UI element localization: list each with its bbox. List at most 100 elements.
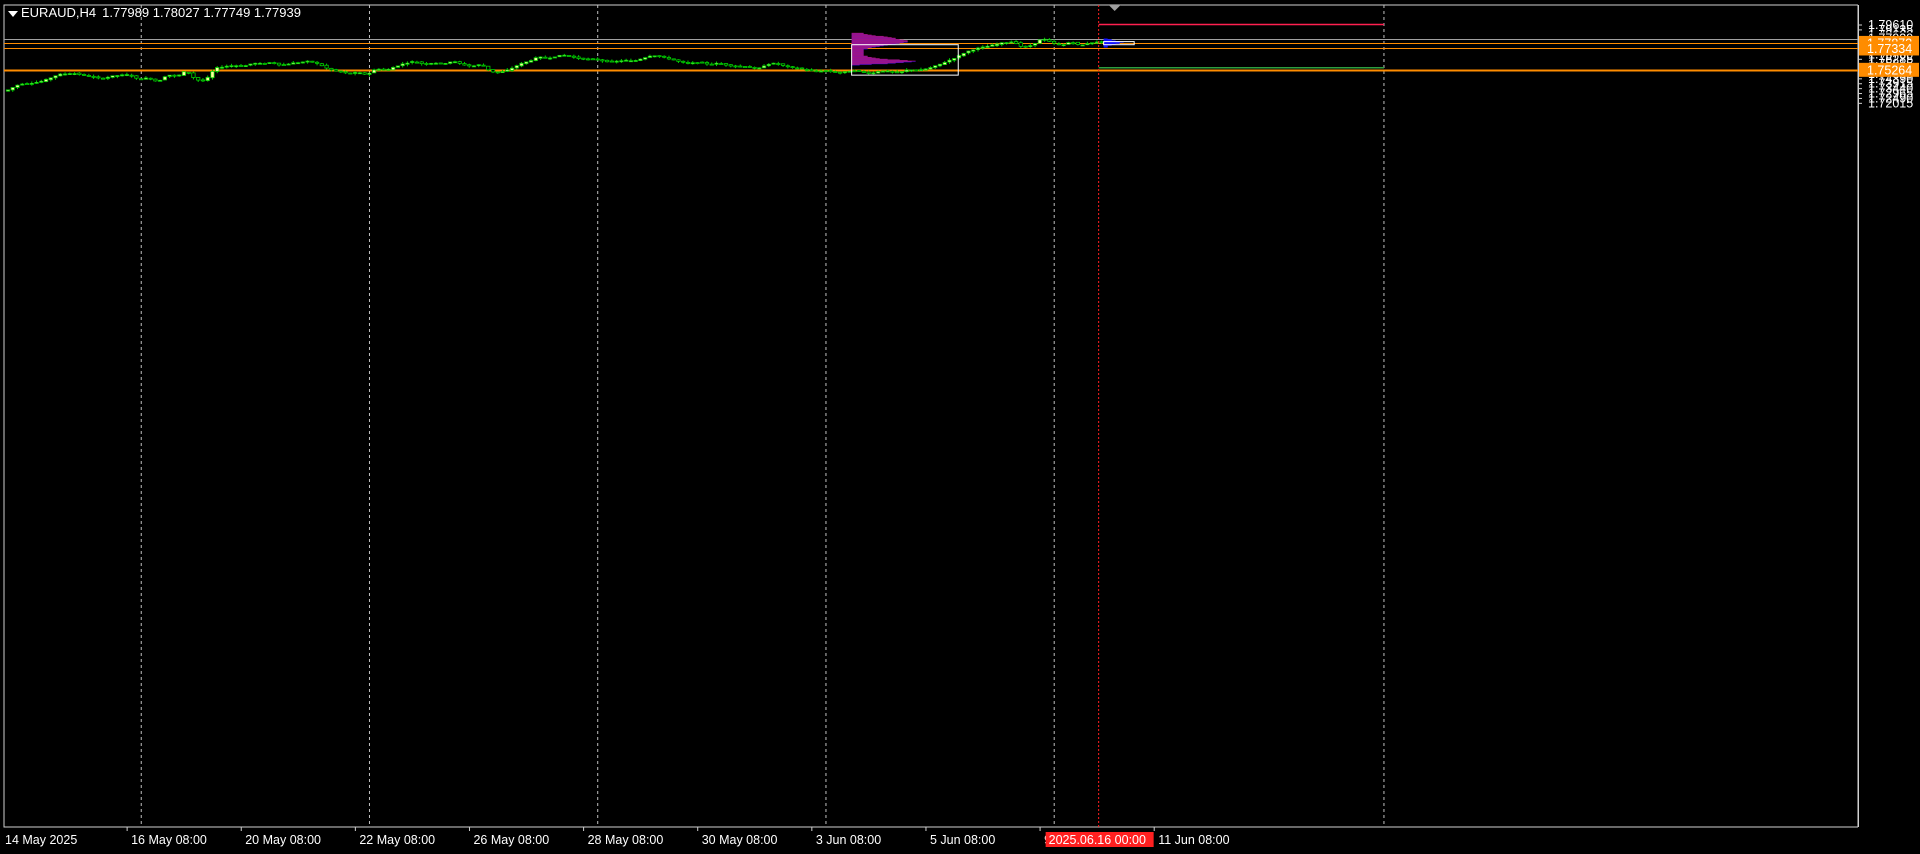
price-chart[interactable]: 1.796101.791351.786601.781851.777101.772… [0,0,1920,854]
level-price-label: 1.75264 [1867,63,1912,77]
candle-body [552,56,557,59]
candle-body [952,58,957,61]
candle-body [467,64,472,67]
candle-body [305,60,310,63]
candle-body [272,62,277,65]
candle-body [262,62,267,65]
candle-body [1071,42,1076,45]
candle-body [495,71,500,74]
candle-body [709,63,714,66]
candle-body [158,79,163,82]
candle-body [1056,43,1061,46]
candle-body [10,87,15,91]
candle-body [643,57,648,60]
candle-body [500,71,505,74]
candle-body [257,62,263,65]
candle-body [1094,41,1099,44]
candle-body [181,71,187,76]
candle-body [1018,42,1023,47]
candle-body [633,60,638,62]
x-tick-label: 20 May 08:00 [245,833,321,847]
candle-body [695,62,700,65]
candle-body [24,83,30,85]
candle-body [662,55,667,58]
y-tick-label: 1.72015 [1868,96,1913,110]
candle-body [985,45,990,48]
candle-body [105,76,110,79]
candle-body [671,58,676,61]
candle-body [771,62,776,65]
candle-body [847,70,852,73]
candle-body [742,66,748,68]
x-tick-label: 5 Jun 08:00 [930,833,995,847]
candle-body [971,49,976,52]
candle-body [29,83,34,85]
candle-body [571,55,576,58]
candle-body [628,60,634,63]
candle-body [191,72,196,78]
x-tick-label: 14 May 2025 [5,833,77,847]
candle-body [590,58,595,61]
candle-body [928,67,933,70]
candle-body [647,55,653,58]
candle-body [638,58,643,61]
candle-body [823,70,828,72]
candle-body [895,71,900,74]
candle-body [91,75,96,78]
candle-body [253,62,258,65]
candle-body [652,55,657,58]
candle-body [357,72,362,75]
candle-body [139,78,144,81]
candle-body [890,70,895,73]
candle-body [914,69,919,72]
candle-body [999,42,1004,45]
candle-body [329,67,334,71]
candle-body [410,61,415,63]
candle-body [728,64,733,67]
candle-body [1042,38,1047,41]
candle-body [700,61,705,64]
candle-body [505,69,510,72]
candle-body [443,63,448,65]
candle-body [624,59,629,62]
candle-body [476,64,481,67]
candle-body [62,73,68,76]
candle-body [319,63,324,67]
candle-body [704,62,710,65]
x-tick-label: 30 May 08:00 [702,833,778,847]
candle-body [1009,41,1014,44]
candle-body [980,46,985,49]
candle-body [486,65,491,71]
candle-body [248,63,253,66]
candle-body [433,62,439,65]
shift-marker-icon[interactable] [1108,5,1121,11]
candle-body [376,68,381,71]
candle-body [657,55,662,58]
candle-body [224,65,229,68]
candle-body [990,44,995,47]
candle-body [676,59,681,62]
candle-body [1075,41,1080,45]
candle-body [809,69,814,72]
candle-body [386,68,391,71]
volume-profile-bar [851,64,860,66]
candle-body [414,61,420,64]
candle-body [538,56,543,59]
candle-body [129,74,134,77]
candle-body [120,74,125,77]
candle-body [533,57,538,61]
candle-body [338,70,343,73]
candle-body [153,78,158,82]
candle-body [134,75,139,79]
candle-body [1013,41,1019,44]
candle-body [586,58,591,61]
candle-body [975,47,981,51]
candle-body [524,61,529,65]
candle-body [96,76,101,79]
candle-body [101,77,106,80]
x-tick-label: 28 May 08:00 [588,833,664,847]
plot-frame [3,4,1859,828]
candle-body [899,71,905,74]
candle-body [429,62,434,65]
candle-body [462,63,467,66]
